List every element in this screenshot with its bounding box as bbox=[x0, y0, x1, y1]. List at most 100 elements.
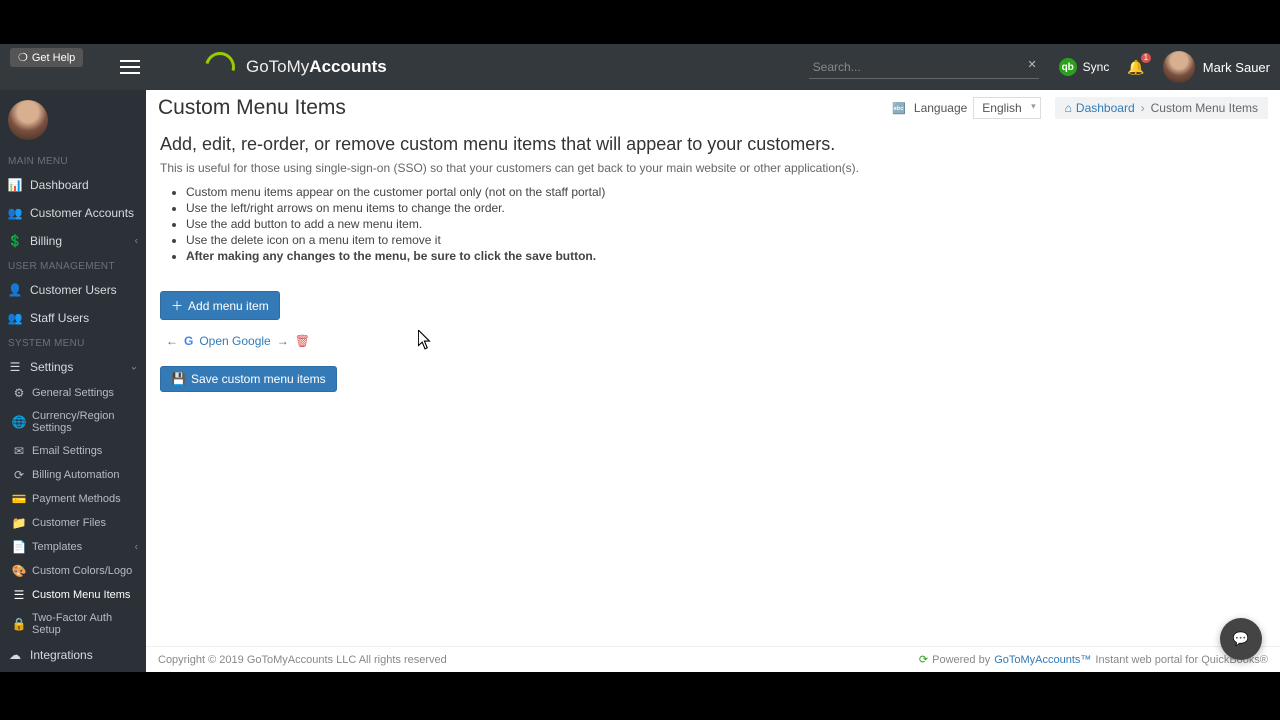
logo-text: GoToMyAccounts bbox=[246, 57, 387, 77]
sidebar-avatar[interactable] bbox=[8, 100, 48, 140]
content: Custom Menu Items 🔤 Language English ⌂ Da… bbox=[146, 90, 1280, 672]
sidebar-sub-currency[interactable]: 🌐Currency/Region Settings bbox=[0, 405, 146, 439]
sidebar-sub-label: General Settings bbox=[32, 387, 114, 399]
chat-button[interactable]: 💬 bbox=[1220, 618, 1262, 660]
page-subtitle: Add, edit, re-order, or remove custom me… bbox=[160, 134, 1266, 155]
page-helptext: This is useful for those using single-si… bbox=[160, 161, 1266, 175]
footer: Copyright © 2019 GoToMyAccounts LLC All … bbox=[146, 646, 1280, 672]
language-switcher: 🔤 Language English bbox=[890, 97, 1040, 119]
save-button-label: Save custom menu items bbox=[191, 372, 326, 386]
google-icon: G bbox=[184, 334, 193, 348]
search: ✕ bbox=[809, 56, 1039, 79]
search-clear-icon[interactable]: ✕ bbox=[1027, 58, 1036, 71]
instruction-item: After making any changes to the menu, be… bbox=[186, 249, 1266, 263]
cog-icon: ⚙ bbox=[12, 386, 26, 400]
header: GoToMyAccounts ✕ qb Sync 🔔 1 Mark Sauer bbox=[0, 44, 1280, 90]
user-icon: 👤 bbox=[8, 283, 22, 297]
notifications-badge: 1 bbox=[1141, 53, 1151, 63]
page-title: Custom Menu Items bbox=[158, 96, 346, 120]
user-menu[interactable]: Mark Sauer bbox=[1163, 51, 1270, 83]
sidebar-sub-custom-menu[interactable]: ☰ Custom Menu Items bbox=[0, 583, 146, 607]
sidebar-sub-label: Custom Menu Items bbox=[32, 589, 130, 601]
sidebar-item-label: Integrations bbox=[30, 648, 93, 662]
sidebar-sub-two-factor[interactable]: 🔒 Two-Factor Auth Setup bbox=[0, 607, 146, 641]
breadcrumb-dashboard[interactable]: ⌂ Dashboard bbox=[1065, 101, 1135, 115]
sidebar-item-customer-users[interactable]: 👤 Customer Users bbox=[0, 276, 146, 304]
avatar bbox=[1163, 51, 1195, 83]
sidebar-sub-billing-auto[interactable]: ⟳ Billing Automation bbox=[0, 463, 146, 487]
reload-icon[interactable]: ⟳ bbox=[919, 653, 928, 666]
powered-by-link[interactable]: GoToMyAccounts™ bbox=[994, 654, 1091, 666]
sidebar-sub-email[interactable]: ✉Email Settings bbox=[0, 439, 146, 463]
instruction-item: Custom menu items appear on the customer… bbox=[186, 185, 1266, 199]
sidebar-item-label: Customer Accounts bbox=[30, 206, 134, 220]
page-bar: Custom Menu Items 🔤 Language English ⌂ Da… bbox=[146, 90, 1280, 124]
quickbooks-icon: qb bbox=[1059, 58, 1077, 76]
sidebar-item-dashboard[interactable]: 📊Dashboard bbox=[0, 171, 146, 199]
sidebar-item-label: Customer Users bbox=[30, 283, 117, 297]
sidebar-sub-label: Customer Files bbox=[32, 517, 106, 529]
users-icon: 👥 bbox=[8, 206, 22, 220]
get-help-label: Get Help bbox=[32, 52, 75, 64]
chevron-left-icon: ‹ bbox=[135, 236, 138, 247]
tachometer-icon: 📊 bbox=[8, 178, 22, 192]
sidebar-item-billing[interactable]: 💲Billing‹ bbox=[0, 227, 146, 255]
sync-label: Sync bbox=[1083, 60, 1110, 74]
save-icon: 💾 bbox=[171, 372, 186, 386]
chevron-down-icon: ⌄ bbox=[130, 362, 138, 373]
sidebar-sub-templates[interactable]: 📄Templates‹ bbox=[0, 535, 146, 559]
sliders-icon: ☰ bbox=[8, 360, 22, 374]
add-menu-item-button[interactable]: ＋ Add menu item bbox=[160, 291, 280, 320]
logo-icon bbox=[200, 47, 240, 87]
sidebar-item-settings[interactable]: ☰ Settings ⌄ bbox=[0, 353, 146, 381]
instruction-item: Use the delete icon on a menu item to re… bbox=[186, 233, 1266, 247]
refresh-icon: ⟳ bbox=[12, 468, 26, 482]
list-icon: ☰ bbox=[12, 588, 26, 602]
sidebar-item-staff-users[interactable]: 👥 Staff Users bbox=[0, 304, 146, 332]
sidebar-item-label: Staff Users bbox=[30, 311, 89, 325]
menu-item-link[interactable]: Open Google bbox=[199, 334, 270, 348]
delete-icon[interactable]: 🗑 bbox=[295, 334, 310, 348]
save-button[interactable]: 💾 Save custom menu items bbox=[160, 366, 337, 392]
language-select[interactable]: English bbox=[973, 97, 1040, 119]
user-name: Mark Sauer bbox=[1203, 60, 1270, 75]
sidebar-sub-colors[interactable]: 🎨Custom Colors/Logo bbox=[0, 559, 146, 583]
copyright: Copyright © 2019 GoToMyAccounts LLC All … bbox=[158, 654, 447, 666]
sidebar-item-label: Billing bbox=[30, 234, 62, 248]
sidebar-item-integrations[interactable]: ☁Integrations bbox=[0, 641, 146, 669]
sidebar: MAIN MENU 📊Dashboard 👥Customer Accounts … bbox=[0, 90, 146, 672]
instruction-item: Use the left/right arrows on menu items … bbox=[186, 201, 1266, 215]
sidebar-sub-label: Templates bbox=[32, 541, 82, 553]
chat-icon: 💬 bbox=[1233, 631, 1249, 647]
lock-icon: 🔒 bbox=[12, 617, 26, 631]
sidebar-section-system: SYSTEM MENU bbox=[0, 332, 146, 353]
globe-icon: 🌐 bbox=[12, 415, 26, 429]
add-button-label: Add menu item bbox=[188, 299, 269, 313]
sidebar-sub-payment[interactable]: 💳Payment Methods bbox=[0, 487, 146, 511]
sidebar-sub-label: Email Settings bbox=[32, 445, 102, 457]
folder-icon: 📁 bbox=[12, 516, 26, 530]
sidebar-sub-label: Two-Factor Auth Setup bbox=[32, 612, 138, 636]
hamburger-button[interactable] bbox=[110, 44, 150, 90]
paint-icon: 🎨 bbox=[12, 564, 26, 578]
file-icon: 📄 bbox=[12, 540, 26, 554]
move-right-icon[interactable]: → bbox=[277, 334, 289, 348]
search-input[interactable] bbox=[809, 56, 1039, 79]
get-help-button[interactable]: ❍ Get Help bbox=[10, 48, 83, 67]
breadcrumb: ⌂Dashboard › Custom Menu Items bbox=[1055, 97, 1268, 119]
move-left-icon[interactable]: ← bbox=[166, 334, 178, 348]
menu-item-row: ← G Open Google → 🗑 bbox=[166, 334, 1266, 348]
sidebar-item-label: Settings bbox=[30, 360, 73, 374]
sidebar-sub-files[interactable]: 📁 Customer Files bbox=[0, 511, 146, 535]
notifications-button[interactable]: 🔔 1 bbox=[1127, 59, 1144, 76]
sidebar-item-customer-accounts[interactable]: 👥 Customer Accounts bbox=[0, 199, 146, 227]
logo[interactable]: GoToMyAccounts bbox=[200, 47, 387, 87]
users-icon: 👥 bbox=[8, 311, 22, 325]
sidebar-sub-label: Billing Automation bbox=[32, 469, 119, 481]
sidebar-sub-general[interactable]: ⚙ General Settings bbox=[0, 381, 146, 405]
sync-button[interactable]: qb Sync bbox=[1059, 58, 1110, 76]
language-icon: 🔤 bbox=[890, 101, 908, 116]
breadcrumb-label: Dashboard bbox=[1076, 101, 1135, 115]
home-icon: ⌂ bbox=[1065, 101, 1072, 115]
plus-icon: ＋ bbox=[171, 297, 183, 314]
